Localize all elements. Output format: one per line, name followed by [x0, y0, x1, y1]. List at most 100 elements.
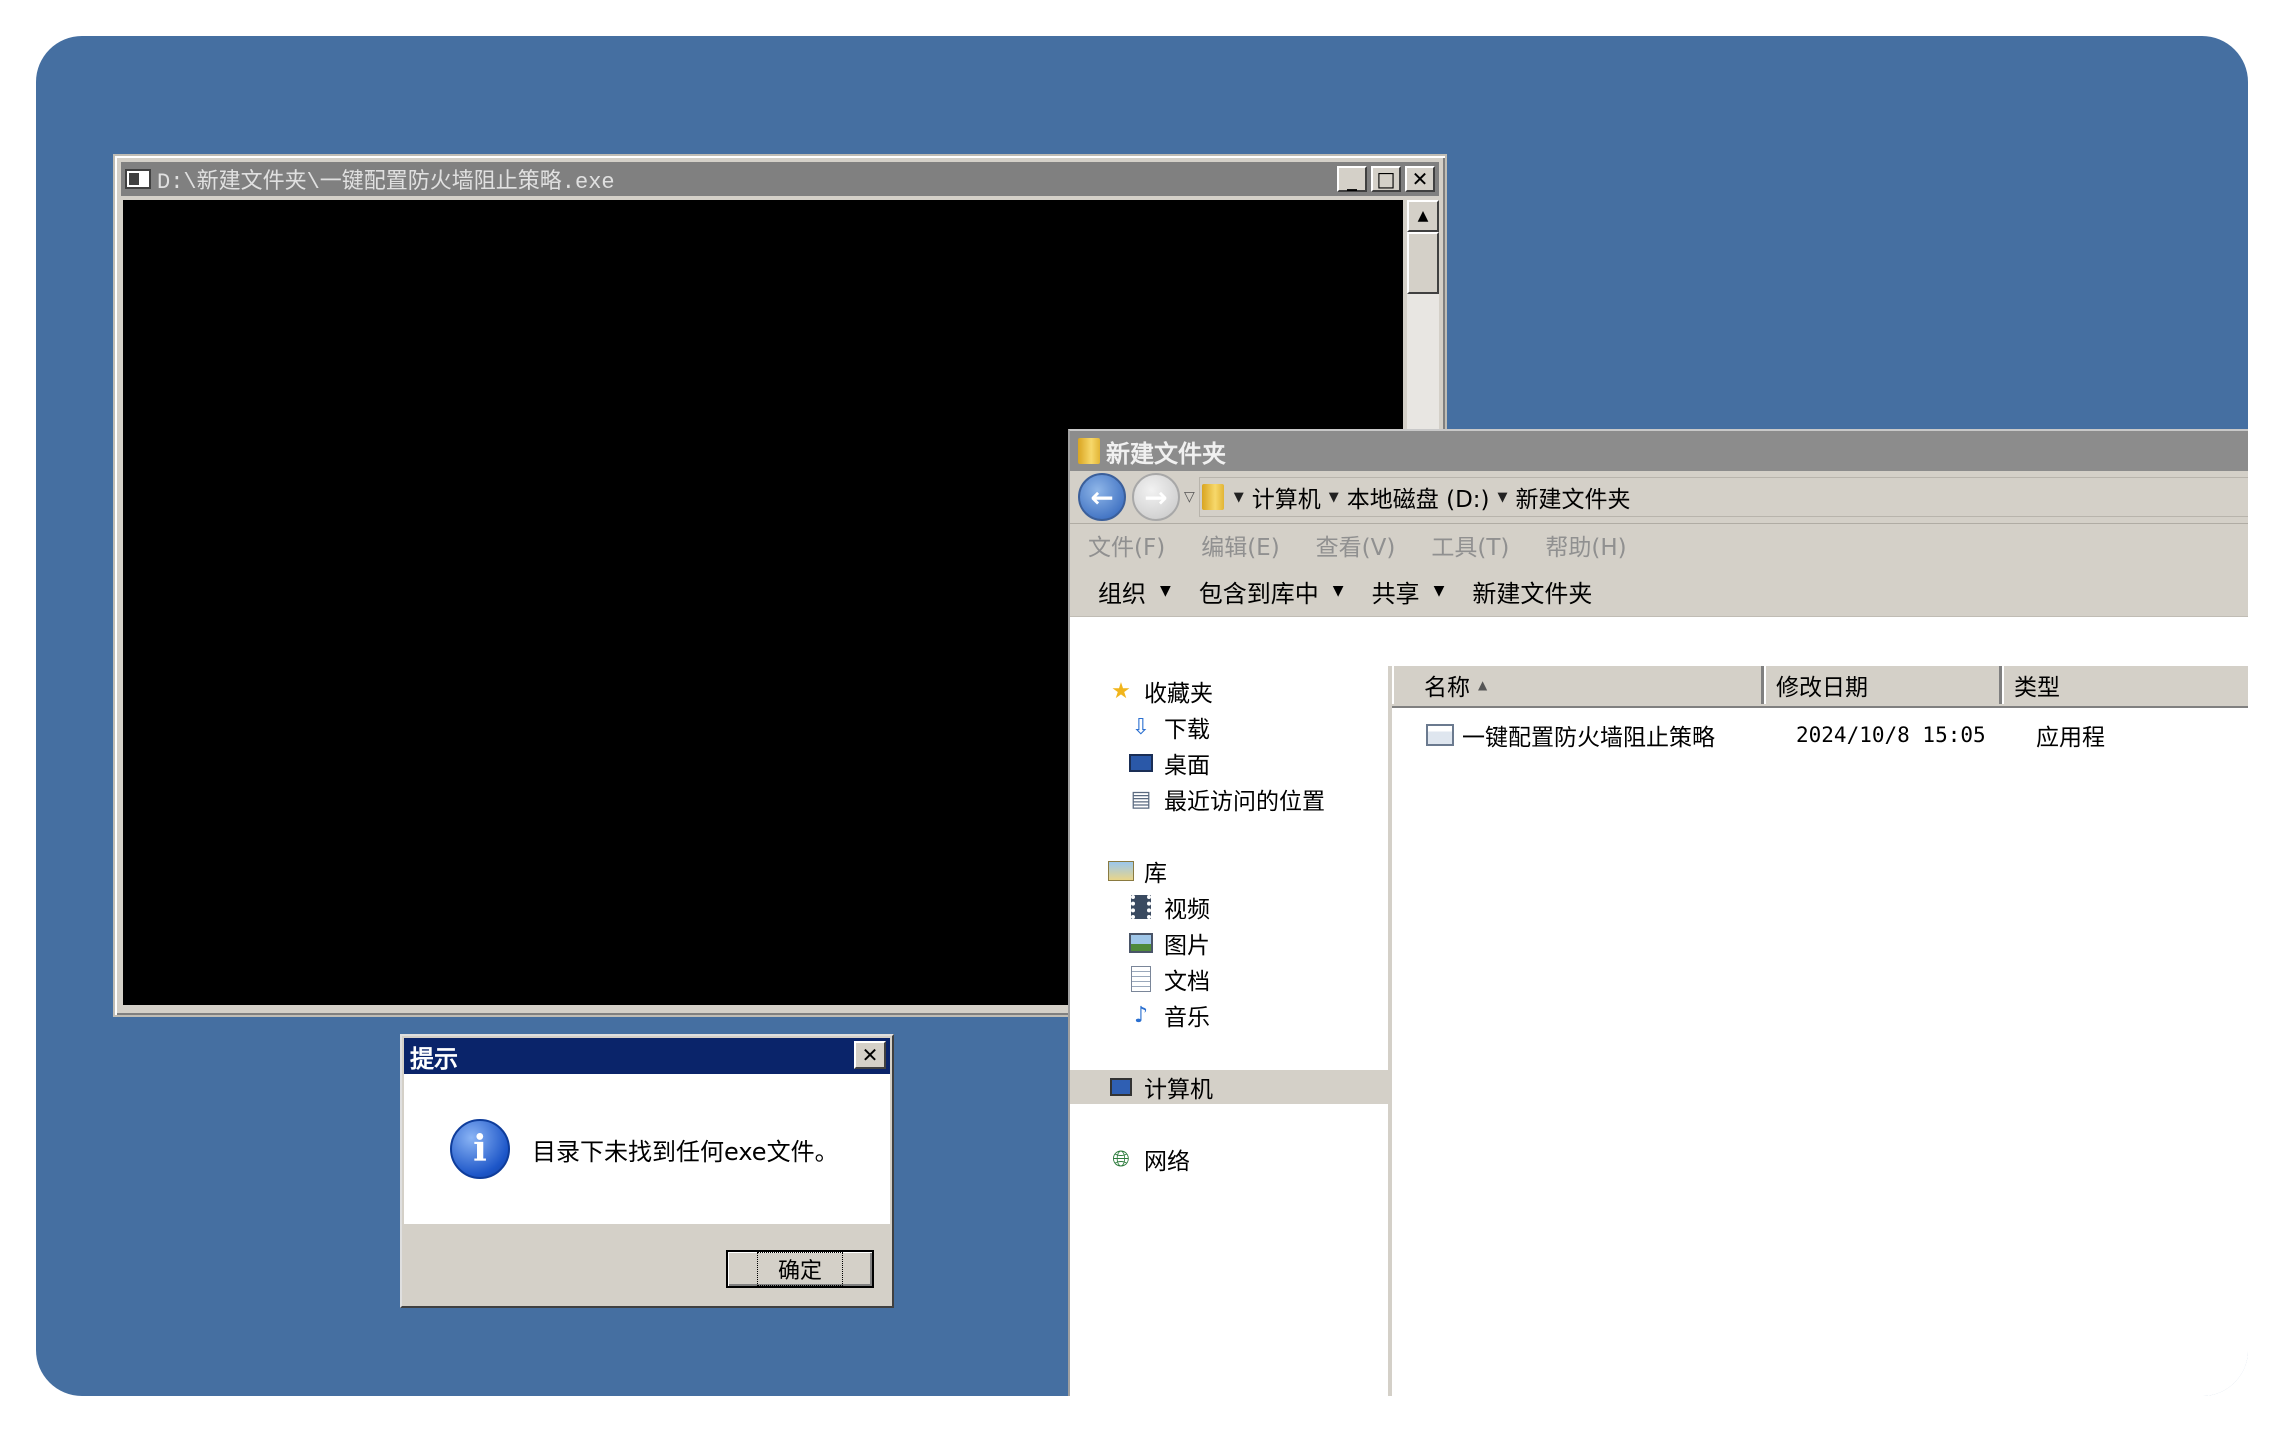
dialog-body: i 目录下未找到任何exe文件。: [404, 1074, 890, 1224]
sidebar-item-label: 图片: [1164, 933, 1210, 959]
library-icon: [1108, 858, 1134, 884]
explorer-titlebar[interactable]: 新建文件夹: [1070, 431, 2248, 471]
scroll-up-arrow-icon[interactable]: ▲: [1407, 200, 1439, 232]
menu-bar: 文件(F) 编辑(E) 查看(V) 工具(T) 帮助(H): [1070, 524, 2248, 566]
sidebar-item-label: 下载: [1164, 717, 1210, 743]
back-button[interactable]: ←: [1078, 473, 1126, 521]
address-folder-icon: [1201, 484, 1224, 510]
menu-help[interactable]: 帮助(H): [1545, 528, 1626, 562]
sidebar-item-label: 视频: [1164, 897, 1210, 923]
console-title: D:\新建文件夹\一键配置防火墙阻止策略.exe: [157, 170, 615, 195]
address-path[interactable]: ▼ 计算机 ▼ 本地磁盘 (D:) ▼ 新建文件夹: [1198, 477, 2248, 517]
dialog-close-button[interactable]: ✕: [854, 1041, 886, 1069]
music-icon: ♪: [1133, 1002, 1149, 1028]
column-date-label: 修改日期: [1776, 675, 1868, 701]
document-icon: [1128, 966, 1154, 992]
navigation-pane[interactable]: ★ 收藏夹 ⇩ 下载 桌面 ▤ 最近访问的位置 库 视频 图片 文档 ♪ 音乐 …: [1070, 666, 1392, 1396]
sidebar-item-label: 库: [1144, 861, 1167, 887]
file-date: 2024/10/8 15:05: [1796, 723, 1986, 747]
folder-icon: [1078, 438, 1100, 464]
column-name-label: 名称: [1424, 675, 1470, 701]
address-bar: ← → ▽ ▼ 计算机 ▼ 本地磁盘 (D:) ▼ 新建文件夹: [1070, 471, 2248, 524]
application-icon: [1426, 724, 1454, 746]
sort-ascending-icon: ▲: [1478, 678, 1488, 692]
sidebar-item-label: 计算机: [1144, 1077, 1213, 1103]
dialog-message: 目录下未找到任何exe文件。: [532, 1137, 839, 1166]
new-folder-button[interactable]: 新建文件夹: [1472, 574, 1592, 609]
recent-places-icon: ▤: [1130, 786, 1152, 812]
console-app-icon: [125, 169, 151, 189]
sidebar-item-music[interactable]: ♪ 音乐: [1070, 998, 1388, 1032]
info-icon: i: [450, 1119, 510, 1179]
sidebar-item-favorites[interactable]: ★ 收藏夹: [1070, 674, 1388, 708]
new-folder-label: 新建文件夹: [1472, 579, 1593, 608]
include-library-label: 包含到库中: [1198, 579, 1319, 608]
video-icon: [1128, 894, 1154, 920]
organize-label: 组织: [1098, 579, 1146, 608]
sidebar-item-computer[interactable]: 计算机: [1070, 1070, 1388, 1104]
column-date[interactable]: 修改日期: [1764, 666, 2002, 704]
sidebar-item-videos[interactable]: 视频: [1070, 890, 1388, 924]
column-type-label: 类型: [2014, 675, 2060, 701]
table-row[interactable]: 一键配置防火墙阻止策略 2024/10/8 15:05 应用程: [1392, 714, 2248, 756]
recent-pages-dropdown-icon[interactable]: ▽: [1184, 489, 1195, 505]
organize-button[interactable]: 组织 ▼: [1098, 574, 1171, 609]
desktop-icon: [1128, 750, 1154, 776]
file-list[interactable]: 名称 ▲ 修改日期 类型 一键配置防火墙阻止策略 2024/10/8 15:05…: [1392, 666, 2248, 1396]
console-window-buttons: _ □ ✕: [1337, 166, 1435, 192]
ok-button[interactable]: 确定: [726, 1250, 874, 1288]
dialog-title: 提示: [410, 1044, 458, 1073]
menu-tools[interactable]: 工具(T): [1431, 528, 1509, 562]
column-type[interactable]: 类型: [2002, 666, 2162, 704]
chevron-down-icon: ▼: [1160, 583, 1171, 599]
sidebar-item-recent[interactable]: ▤ 最近访问的位置: [1070, 782, 1388, 816]
maximize-button[interactable]: □: [1371, 166, 1401, 192]
menu-file[interactable]: 文件(F): [1088, 528, 1165, 562]
sidebar-item-label: 桌面: [1164, 753, 1210, 779]
scroll-thumb[interactable]: [1407, 232, 1439, 294]
sidebar-item-documents[interactable]: 文档: [1070, 962, 1388, 996]
file-name: 一键配置防火墙阻止策略: [1462, 725, 1715, 751]
menu-edit[interactable]: 编辑(E): [1201, 528, 1279, 562]
sidebar-item-pictures[interactable]: 图片: [1070, 926, 1388, 960]
share-label: 共享: [1371, 579, 1420, 608]
menu-view[interactable]: 查看(V): [1316, 528, 1396, 562]
explorer-window[interactable]: 新建文件夹 ← → ▽ ▼ 计算机 ▼ 本地磁盘 (D:) ▼ 新建文件夹 文件…: [1068, 429, 2248, 1396]
explorer-title: 新建文件夹: [1106, 439, 1226, 468]
computer-icon: [1108, 1074, 1134, 1100]
share-button[interactable]: 共享 ▼: [1372, 574, 1445, 609]
sidebar-item-label: 音乐: [1164, 1005, 1210, 1031]
breadcrumb-computer[interactable]: 计算机: [1252, 480, 1321, 514]
command-bar: 组织 ▼ 包含到库中 ▼ 共享 ▼ 新建文件夹: [1070, 566, 2248, 617]
column-name[interactable]: 名称 ▲: [1392, 666, 1764, 704]
sidebar-item-network[interactable]: 🌐︎ 网络: [1070, 1142, 1388, 1176]
chevron-down-icon[interactable]: ▼: [1498, 490, 1508, 505]
sidebar-item-label: 网络: [1144, 1149, 1190, 1175]
breadcrumb-new-folder[interactable]: 新建文件夹: [1516, 480, 1631, 514]
chevron-down-icon[interactable]: ▼: [1329, 490, 1339, 505]
breadcrumb-local-disk[interactable]: 本地磁盘 (D:): [1347, 480, 1490, 514]
minimize-button[interactable]: _: [1337, 166, 1367, 192]
column-header-row: 名称 ▲ 修改日期 类型: [1392, 666, 2248, 708]
ok-button-label: 确定: [756, 1252, 843, 1286]
star-icon: ★: [1111, 678, 1131, 704]
sidebar-item-libraries[interactable]: 库: [1070, 854, 1388, 888]
forward-button[interactable]: →: [1132, 473, 1180, 521]
sidebar-item-desktop[interactable]: 桌面: [1070, 746, 1388, 780]
download-folder-icon: ⇩: [1131, 714, 1151, 740]
sidebar-item-label: 文档: [1164, 969, 1210, 995]
sidebar-item-label: 收藏夹: [1144, 681, 1213, 707]
dialog-titlebar[interactable]: 提示: [404, 1038, 890, 1074]
message-dialog[interactable]: 提示 ✕ i 目录下未找到任何exe文件。 确定: [400, 1034, 894, 1308]
sidebar-item-downloads[interactable]: ⇩ 下载: [1070, 710, 1388, 744]
file-type: 应用程: [2036, 725, 2105, 751]
sidebar-item-label: 最近访问的位置: [1164, 789, 1325, 815]
console-titlebar[interactable]: D:\新建文件夹\一键配置防火墙阻止策略.exe _ □ ✕: [121, 162, 1439, 196]
network-icon: 🌐︎: [1112, 1146, 1130, 1172]
chevron-down-icon: ▼: [1433, 583, 1445, 599]
include-in-library-button[interactable]: 包含到库中 ▼: [1199, 574, 1344, 609]
desktop: D:\新建文件夹\一键配置防火墙阻止策略.exe _ □ ✕ ▲ 新建文件夹 ←…: [36, 36, 2248, 1396]
close-button[interactable]: ✕: [1405, 166, 1435, 192]
chevron-down-icon[interactable]: ▼: [1234, 490, 1244, 505]
picture-icon: [1128, 930, 1154, 956]
